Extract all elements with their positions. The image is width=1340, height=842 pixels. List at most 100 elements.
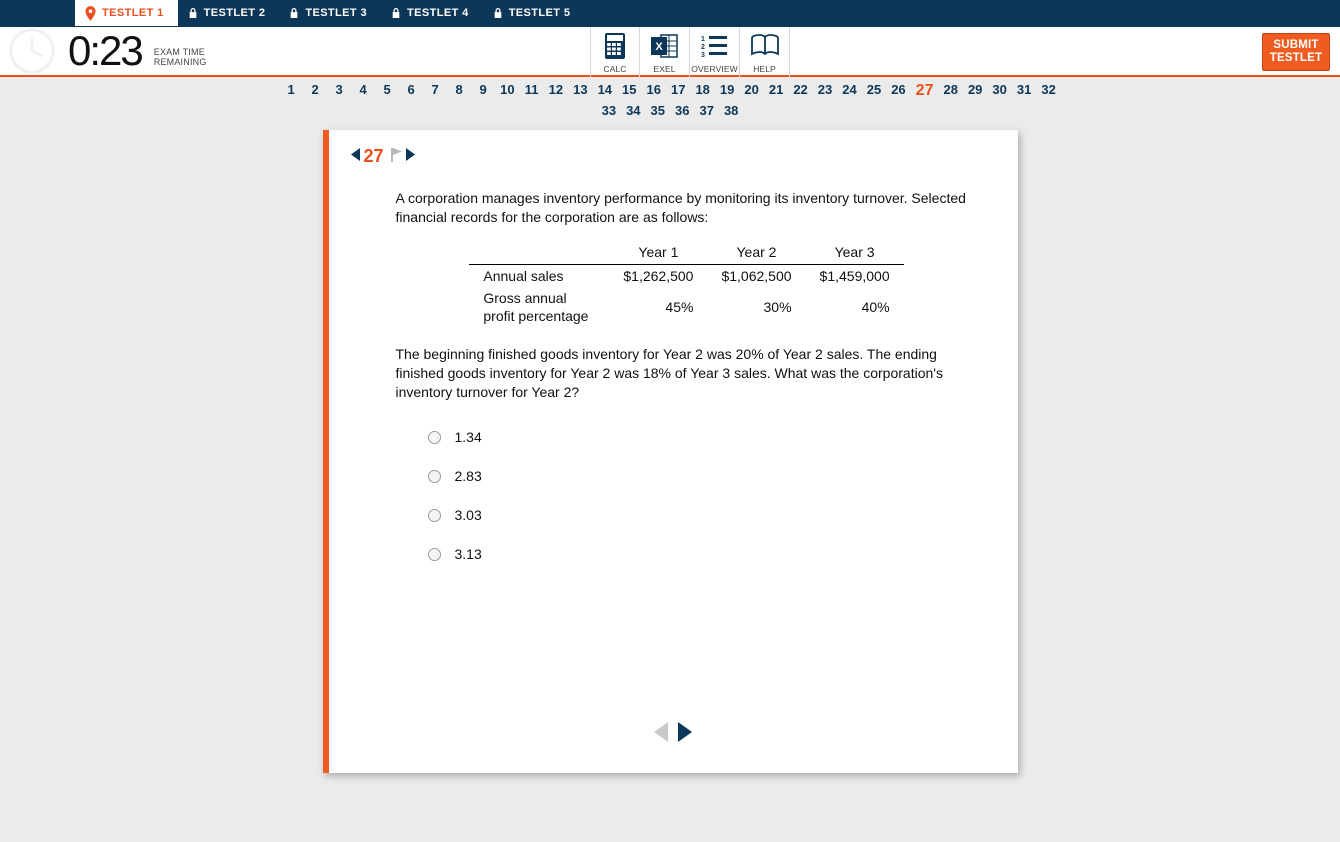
question-nav-17[interactable]: 17: [671, 82, 685, 100]
question-nav-15[interactable]: 15: [622, 82, 636, 100]
card-header: 27: [351, 146, 988, 167]
testlet-tabs-bar: TESTLET 1 TESTLET 2 TESTLET 3 TESTLET 4 …: [0, 0, 1340, 27]
overview-tool[interactable]: 123 OVERVIEW: [690, 27, 740, 77]
question-nav-38[interactable]: 38: [724, 103, 738, 118]
question-nav-7[interactable]: 7: [428, 82, 442, 100]
question-nav-12[interactable]: 12: [549, 82, 563, 100]
question-nav-19[interactable]: 19: [720, 82, 734, 100]
question-nav-25[interactable]: 25: [867, 82, 881, 100]
clock-icon: [8, 27, 56, 75]
next-question-arrow[interactable]: [406, 148, 415, 166]
testlet-tab-1[interactable]: TESTLET 1: [75, 0, 178, 26]
flag-icon[interactable]: [391, 148, 402, 165]
question-nav-2[interactable]: 2: [308, 82, 322, 100]
question-nav-26[interactable]: 26: [891, 82, 905, 100]
question-paragraph-2: The beginning finished goods inventory f…: [396, 345, 978, 402]
question-nav-11[interactable]: 11: [525, 82, 539, 100]
tool-bar: 0:23 EXAM TIME REMAINING CALC X EXEL 123…: [0, 27, 1340, 77]
question-nav-10[interactable]: 10: [500, 82, 514, 100]
radio-icon: [428, 431, 441, 444]
question-row-1: 1234567891011121314151617181920212223242…: [284, 82, 1056, 100]
footer-prev-arrow[interactable]: [654, 722, 668, 747]
svg-text:2: 2: [701, 44, 705, 51]
question-nav-8[interactable]: 8: [452, 82, 466, 100]
question-nav-31[interactable]: 31: [1017, 82, 1031, 100]
book-icon: [750, 27, 780, 64]
question-nav-3[interactable]: 3: [332, 82, 346, 100]
question-nav-24[interactable]: 24: [842, 82, 856, 100]
tool-label: CALC: [603, 64, 626, 74]
question-nav-14[interactable]: 14: [598, 82, 612, 100]
card-footer-nav: [329, 722, 1018, 747]
testlet-tab-3[interactable]: TESTLET 3: [279, 0, 381, 26]
question-nav-33[interactable]: 33: [602, 103, 616, 118]
question-nav-5[interactable]: 5: [380, 82, 394, 100]
question-nav-1[interactable]: 1: [284, 82, 298, 100]
question-nav-22[interactable]: 22: [793, 82, 807, 100]
pin-icon: [85, 6, 96, 21]
lock-icon: [289, 7, 299, 19]
current-question-number: 27: [364, 146, 384, 167]
question-nav-16[interactable]: 16: [647, 82, 661, 100]
question-nav-27[interactable]: 27: [916, 82, 934, 100]
option-label: 3.03: [455, 506, 482, 525]
tab-label: TESTLET 1: [102, 7, 164, 19]
question-row-2: 33 34 35 36 37 38: [602, 103, 739, 118]
question-nav-29[interactable]: 29: [968, 82, 982, 100]
svg-text:X: X: [655, 41, 663, 53]
lock-icon: [391, 7, 401, 19]
option-label: 3.13: [455, 545, 482, 564]
question-nav-13[interactable]: 13: [573, 82, 587, 100]
tab-label: TESTLET 3: [305, 7, 367, 19]
question-body: A corporation manages inventory performa…: [351, 167, 988, 564]
tool-label: OVERVIEW: [691, 64, 737, 74]
calc-tool[interactable]: CALC: [590, 27, 640, 77]
tool-label: HELP: [753, 64, 776, 74]
radio-icon: [428, 470, 441, 483]
tool-label: EXEL: [653, 64, 675, 74]
testlet-tab-5[interactable]: TESTLET 5: [483, 0, 585, 26]
question-nav-18[interactable]: 18: [695, 82, 709, 100]
tab-label: TESTLET 2: [204, 7, 266, 19]
svg-text:3: 3: [701, 52, 705, 58]
question-nav-23[interactable]: 23: [818, 82, 832, 100]
testlet-tab-2[interactable]: TESTLET 2: [178, 0, 280, 26]
exel-tool[interactable]: X EXEL: [640, 27, 690, 77]
calculator-icon: [604, 27, 626, 64]
question-card: 27 A corporation manages inventory perfo…: [323, 130, 1018, 773]
answer-option-c[interactable]: 3.03: [428, 506, 978, 525]
question-nav-28[interactable]: 28: [943, 82, 957, 100]
timer-label: EXAM TIME REMAINING: [148, 35, 207, 68]
answer-option-b[interactable]: 2.83: [428, 467, 978, 486]
question-nav-32[interactable]: 32: [1041, 82, 1055, 100]
testlet-tab-4[interactable]: TESTLET 4: [381, 0, 483, 26]
question-nav-4[interactable]: 4: [356, 82, 370, 100]
answer-option-d[interactable]: 3.13: [428, 545, 978, 564]
submit-testlet-button[interactable]: SUBMIT TESTLET: [1262, 33, 1330, 71]
svg-text:1: 1: [701, 36, 705, 43]
lock-icon: [493, 7, 503, 19]
lock-icon: [188, 7, 198, 19]
answer-options: 1.34 2.83 3.03 3.13: [396, 428, 978, 564]
option-label: 2.83: [455, 467, 482, 486]
question-nav-35[interactable]: 35: [651, 103, 665, 118]
question-nav-20[interactable]: 20: [744, 82, 758, 100]
question-nav-6[interactable]: 6: [404, 82, 418, 100]
table-row: Gross annual profit percentage 45% 30% 4…: [469, 287, 903, 328]
answer-option-a[interactable]: 1.34: [428, 428, 978, 447]
financial-table: Year 1 Year 2 Year 3 Annual sales $1,262…: [469, 241, 903, 328]
option-label: 1.34: [455, 428, 482, 447]
question-nav-37[interactable]: 37: [699, 103, 713, 118]
question-nav-34[interactable]: 34: [626, 103, 640, 118]
question-nav-30[interactable]: 30: [992, 82, 1006, 100]
question-nav-36[interactable]: 36: [675, 103, 689, 118]
radio-icon: [428, 548, 441, 561]
question-nav-9[interactable]: 9: [476, 82, 490, 100]
help-tool[interactable]: HELP: [740, 27, 790, 77]
tab-label: TESTLET 5: [509, 7, 571, 19]
question-nav-21[interactable]: 21: [769, 82, 783, 100]
list-icon: 123: [701, 27, 729, 64]
table-header: Year 1 Year 2 Year 3: [469, 241, 903, 264]
footer-next-arrow[interactable]: [678, 722, 692, 747]
prev-question-arrow[interactable]: [351, 148, 360, 166]
